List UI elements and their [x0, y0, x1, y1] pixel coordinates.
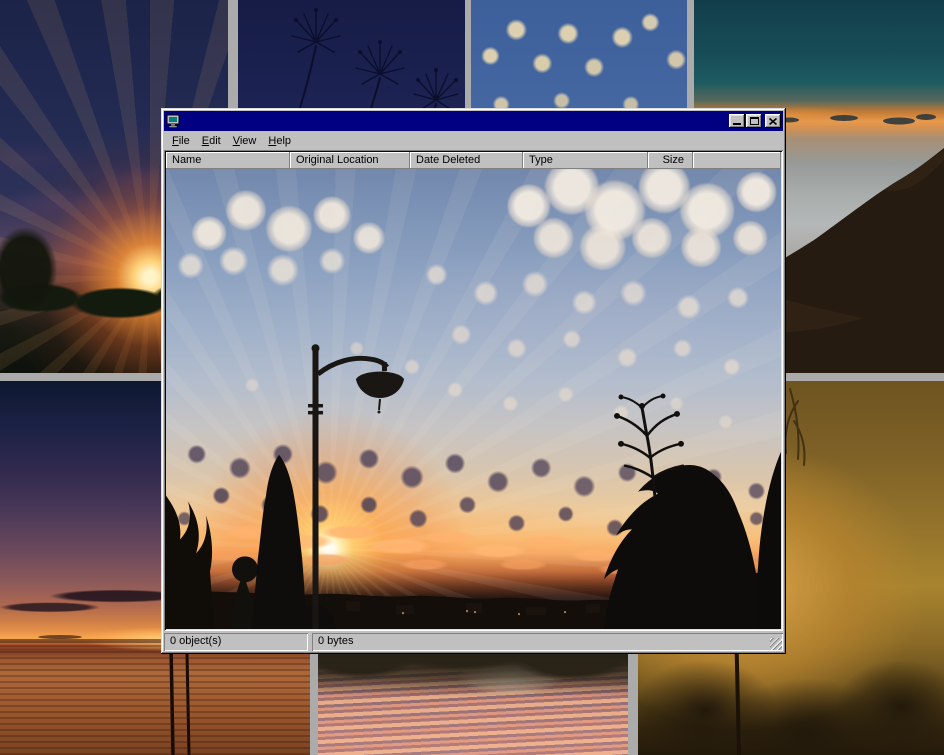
menu-bar: File Edit View Help — [164, 131, 783, 150]
title-bar[interactable] — [164, 111, 783, 131]
menu-item-file[interactable]: File — [166, 133, 196, 149]
minimize-button[interactable] — [729, 114, 745, 128]
status-bar: 0 object(s) 0 bytes — [164, 633, 783, 651]
foreground-silhouettes — [166, 169, 781, 629]
close-button[interactable] — [765, 114, 781, 128]
close-icon — [769, 118, 777, 125]
maximize-button[interactable] — [746, 114, 762, 128]
column-header-type[interactable]: Type — [523, 152, 648, 169]
column-header-name[interactable]: Name — [166, 152, 290, 169]
column-header-blank[interactable] — [693, 152, 781, 169]
column-header-size[interactable]: Size — [648, 152, 693, 169]
desktop: File Edit View Help Name Original Locati… — [0, 0, 944, 755]
column-header-date-deleted[interactable]: Date Deleted — [410, 152, 523, 169]
menu-item-view[interactable]: View — [227, 133, 263, 149]
column-header-original-location[interactable]: Original Location — [290, 152, 410, 169]
column-header-row: Name Original Location Date Deleted Type… — [166, 152, 781, 169]
resize-grip[interactable] — [770, 638, 782, 650]
status-size: 0 bytes — [312, 633, 783, 651]
status-size-text: 0 bytes — [318, 635, 353, 647]
status-object-count: 0 object(s) — [164, 633, 308, 651]
minimize-icon — [733, 123, 741, 125]
recycle-bin-window[interactable]: File Edit View Help Name Original Locati… — [161, 108, 786, 654]
computer-icon[interactable] — [166, 114, 180, 128]
menu-item-edit[interactable]: Edit — [196, 133, 227, 149]
menu-item-help[interactable]: Help — [262, 133, 297, 149]
list-background-photo — [166, 169, 781, 629]
maximize-icon — [750, 117, 759, 125]
list-view[interactable]: Name Original Location Date Deleted Type… — [164, 150, 783, 631]
